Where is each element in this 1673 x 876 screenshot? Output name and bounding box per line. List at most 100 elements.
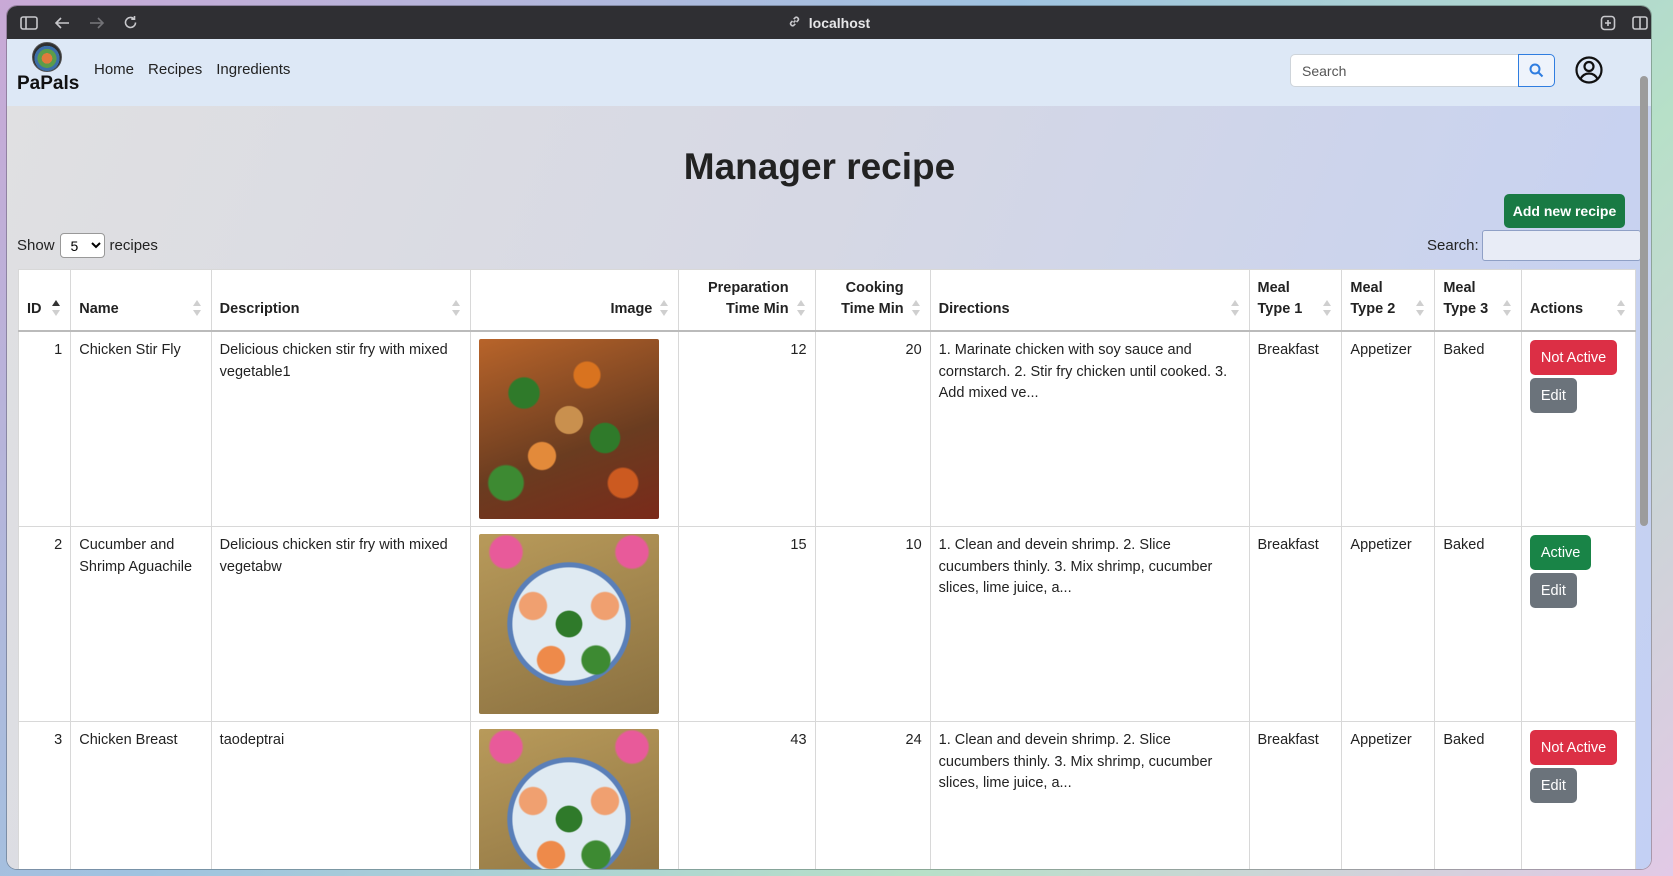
split-view-icon[interactable] xyxy=(1628,6,1651,39)
recipe-image xyxy=(479,534,660,714)
url-text: localhost xyxy=(808,14,871,31)
cell-meal-type-2: Appetizer xyxy=(1341,330,1436,527)
recipe-image xyxy=(479,729,660,869)
cell-description: taodeptrai xyxy=(210,721,472,869)
recipe-image xyxy=(479,339,660,519)
back-icon[interactable] xyxy=(50,6,74,39)
nav-link-recipes[interactable]: Recipes xyxy=(148,61,202,78)
cell-actions: Not Active Edit xyxy=(1520,721,1637,869)
cell-name: Cucumber and Shrimp Aguachile xyxy=(70,526,212,722)
show-suffix: recipes xyxy=(109,237,158,254)
nav-link-home[interactable]: Home xyxy=(94,61,134,78)
header-image-label: Image xyxy=(610,301,653,317)
cell-id: 1 xyxy=(17,330,72,527)
cell-id: 3 xyxy=(17,721,72,869)
header-meal2-line2: Type 2 xyxy=(1350,301,1396,317)
edit-button[interactable]: Edit xyxy=(1529,768,1577,803)
edit-button[interactable]: Edit xyxy=(1529,573,1577,608)
header-id[interactable]: ID xyxy=(17,269,72,332)
brand-name: PaPals xyxy=(17,73,80,94)
page-title: Manager recipe xyxy=(683,146,956,187)
header-image[interactable]: Image xyxy=(470,269,680,332)
table-row: 1 Chicken Stir Fly Delicious chicken sti… xyxy=(17,330,1637,527)
status-toggle-button[interactable]: Active xyxy=(1529,535,1592,570)
brand-logo xyxy=(32,42,62,72)
sort-asc-icon xyxy=(52,300,61,316)
header-description[interactable]: Description xyxy=(210,269,472,332)
header-meal-type-3[interactable]: Meal Type 3 xyxy=(1434,269,1522,332)
cell-directions: 1. Clean and devein shrimp. 2. Slice cuc… xyxy=(929,526,1250,722)
header-meal3-line1: Meal xyxy=(1443,280,1476,296)
header-directions-label: Directions xyxy=(938,301,1010,317)
forward-icon[interactable] xyxy=(85,6,109,39)
cell-meal-type-3: Baked xyxy=(1434,330,1522,527)
header-name[interactable]: Name xyxy=(70,269,212,332)
link-icon xyxy=(788,15,801,31)
header-name-label: Name xyxy=(79,301,119,317)
header-actions-label: Actions xyxy=(1529,301,1584,317)
sort-icon xyxy=(192,300,202,316)
cell-prep-time: 15 xyxy=(678,526,816,722)
navbar: PaPals Home Recipes Ingredients xyxy=(7,39,1651,106)
page-scrollbar[interactable] xyxy=(1640,76,1648,526)
recipes-table: ID Name Description Image Preparation Tim… xyxy=(17,269,1637,869)
browser-toolbar: localhost xyxy=(7,6,1651,39)
nav-link-ingredients[interactable]: Ingredients xyxy=(216,61,290,78)
reload-icon[interactable] xyxy=(118,6,142,39)
table-search: Search: xyxy=(1427,230,1641,261)
cell-cook-time: 10 xyxy=(814,526,931,722)
cell-meal-type-1: Breakfast xyxy=(1248,330,1343,527)
cell-name: Chicken Breast xyxy=(70,721,212,869)
add-recipe-button[interactable]: Add new recipe xyxy=(1504,194,1625,228)
cell-directions: 1. Marinate chicken with soy sauce and c… xyxy=(929,330,1250,527)
show-label: Show xyxy=(17,237,55,254)
cell-description: Delicious chicken stir fry with mixed ve… xyxy=(210,330,472,527)
cell-description: Delicious chicken stir fry with mixed ve… xyxy=(210,526,472,722)
status-toggle-button[interactable]: Not Active xyxy=(1529,340,1618,375)
cell-cook-time: 20 xyxy=(814,330,931,527)
header-directions[interactable]: Directions xyxy=(929,269,1250,332)
nav-search-button[interactable] xyxy=(1518,54,1555,87)
sort-icon xyxy=(1502,300,1512,316)
header-cook-line2: Time Min xyxy=(841,301,904,317)
address-bar[interactable]: localhost xyxy=(7,6,1651,39)
cell-meal-type-2: Appetizer xyxy=(1341,721,1436,869)
header-prep-line1: Preparation xyxy=(707,280,789,296)
page-length-control: Show 5 recipes xyxy=(17,233,158,258)
header-cook-time[interactable]: Cooking Time Min xyxy=(814,269,931,332)
sort-icon xyxy=(660,300,669,316)
cell-prep-time: 12 xyxy=(678,330,816,527)
header-prep-time[interactable]: Preparation Time Min xyxy=(678,269,816,332)
header-prep-line2: Time Min xyxy=(725,301,789,317)
header-meal-type-1[interactable]: Meal Type 1 xyxy=(1248,269,1343,332)
sort-icon xyxy=(1416,300,1425,316)
header-actions[interactable]: Actions xyxy=(1520,269,1637,332)
sort-icon xyxy=(1323,300,1332,316)
cell-image xyxy=(470,330,680,527)
sidebar-toggle-icon[interactable] xyxy=(17,6,41,39)
header-meal1-line2: Type 1 xyxy=(1257,301,1303,317)
sort-icon xyxy=(796,300,806,316)
nav-search-input[interactable] xyxy=(1290,54,1518,87)
cell-meal-type-1: Breakfast xyxy=(1248,721,1343,869)
header-meal2-line1: Meal xyxy=(1350,280,1383,296)
table-search-input[interactable] xyxy=(1481,230,1641,261)
user-avatar-icon[interactable] xyxy=(1574,55,1604,85)
header-id-label: ID xyxy=(27,301,42,317)
nav-links: Home Recipes Ingredients xyxy=(94,61,290,78)
extension-icon[interactable] xyxy=(1596,6,1620,39)
page-length-select[interactable]: 5 xyxy=(59,233,105,258)
table-row: 3 Chicken Breast taodeptrai 43 24 1. Cle… xyxy=(17,721,1637,869)
header-description-label: Description xyxy=(219,301,300,317)
cell-directions: 1. Clean and devein shrimp. 2. Slice cuc… xyxy=(929,721,1250,869)
table-header-row: ID Name Description Image Preparation Tim… xyxy=(17,269,1637,332)
edit-button[interactable]: Edit xyxy=(1529,378,1577,413)
sort-icon xyxy=(1617,300,1626,316)
sort-icon xyxy=(911,300,921,316)
cell-meal-type-3: Baked xyxy=(1434,721,1522,869)
status-toggle-button[interactable]: Not Active xyxy=(1529,730,1618,765)
header-meal-type-2[interactable]: Meal Type 2 xyxy=(1341,269,1436,332)
brand[interactable]: PaPals xyxy=(17,42,80,95)
cell-id: 2 xyxy=(17,526,72,722)
sort-icon xyxy=(452,300,461,316)
